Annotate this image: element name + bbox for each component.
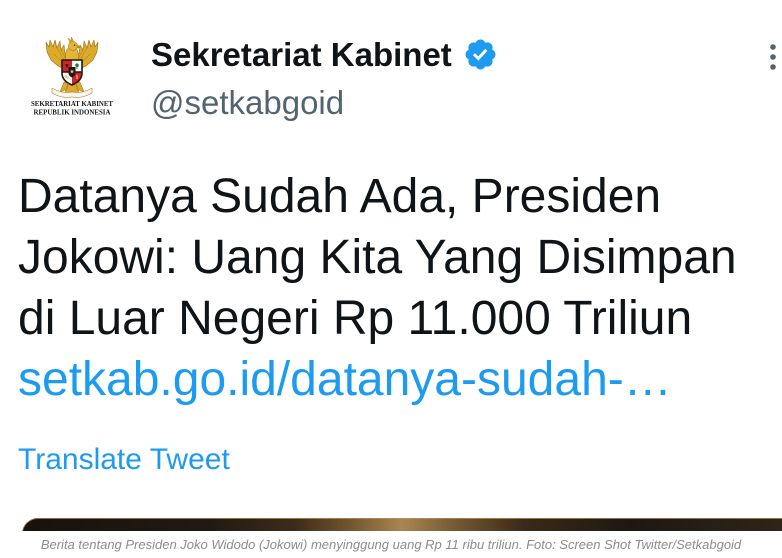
- logo-text-line2: REPUBLIK INDONESIA: [34, 109, 111, 117]
- tweet-link[interactable]: setkab.go.id/datanya-sudah-…: [18, 349, 672, 410]
- avatar[interactable]: SEKRETARIAT KABINET REPUBLIK INDONESIA: [18, 32, 128, 128]
- logo-text-line1: SEKRETARIAT KABINET: [31, 100, 113, 108]
- photo-caption: Berita tentang Presiden Joko Widodo (Jok…: [0, 531, 782, 558]
- garuda-emblem-icon: SEKRETARIAT KABINET REPUBLIK INDONESIA: [31, 36, 113, 117]
- tweet-text: Datanya Sudah Ada, Presiden Jokowi: Uang…: [18, 170, 737, 345]
- more-vertical-icon[interactable]: [764, 40, 782, 74]
- display-name[interactable]: Sekretariat Kabinet: [151, 35, 452, 75]
- translate-tweet-link[interactable]: Translate Tweet: [18, 442, 230, 478]
- account-handle[interactable]: @setkabgoid: [151, 83, 344, 123]
- verified-badge-icon: [465, 39, 496, 70]
